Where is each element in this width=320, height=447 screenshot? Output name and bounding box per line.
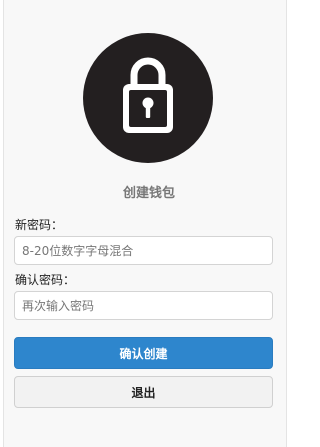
new-password-input[interactable] (14, 236, 273, 265)
page-title: 创建钱包 (122, 186, 175, 201)
exit-button[interactable]: 退出 (14, 376, 273, 408)
confirm-password-input[interactable] (14, 291, 273, 320)
lock-icon (123, 57, 173, 133)
wallet-logo (83, 33, 213, 163)
new-password-label: 新密码： (15, 218, 64, 232)
confirm-create-button[interactable]: 确认创建 (14, 337, 273, 369)
confirm-password-label: 确认密码： (15, 273, 76, 287)
